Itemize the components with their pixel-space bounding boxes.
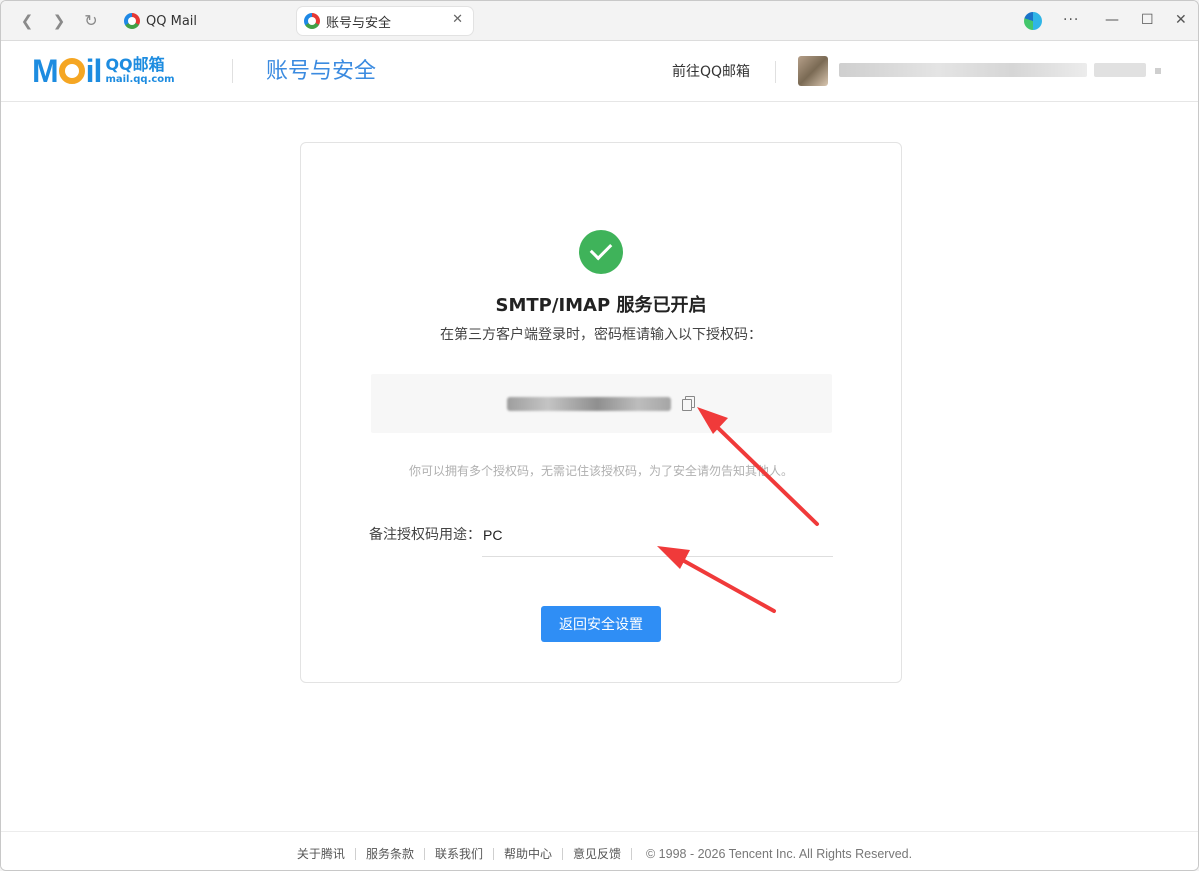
account-name-redacted[interactable]: [839, 63, 1087, 77]
card-title: SMTP/IMAP 服务已开启: [495, 295, 707, 316]
footer-copyright: © 1998 - 2026 Tencent Inc. All Rights Re…: [646, 847, 913, 861]
card-subtitle: 在第三方客户端登录时，密码框请输入以下授权码：: [440, 327, 762, 343]
logo-domain-label: mail.qq.com: [105, 74, 175, 85]
forward-icon[interactable]: ❯: [49, 11, 69, 31]
footer-link-help[interactable]: 帮助中心: [494, 846, 562, 862]
auth-code-box: [371, 374, 832, 433]
header-divider: [232, 59, 233, 83]
qq-mail-logo[interactable]: Mil QQ邮箱 mail.qq.com: [32, 54, 175, 88]
logo-qq-label: QQ邮箱: [105, 55, 165, 74]
tab-account-security[interactable]: 账号与安全 ✕: [297, 7, 473, 35]
footer-link-terms[interactable]: 服务条款: [356, 846, 424, 862]
back-icon[interactable]: ❮: [17, 11, 37, 31]
browser-window: ❮ ❯ ↻ QQ Mail 账号与安全 ✕ ··· — ☐ ✕ Mil QQ邮箱…: [0, 0, 1199, 871]
qq-mail-favicon-icon: [124, 13, 140, 29]
tab-close-icon[interactable]: ✕: [452, 12, 463, 27]
more-options-icon[interactable]: ···: [1063, 10, 1079, 30]
minimize-button[interactable]: —: [1105, 10, 1119, 30]
logo-mail-wordmark: Mil: [32, 53, 102, 89]
logo-ring-icon: [58, 58, 85, 84]
back-to-security-settings-button[interactable]: 返回安全设置: [541, 606, 661, 642]
tab-title: 账号与安全: [326, 15, 392, 31]
logo-text: QQ邮箱 mail.qq.com: [105, 57, 174, 85]
copy-icon[interactable]: [682, 396, 696, 411]
footer-link-feedback[interactable]: 意见反馈: [563, 846, 631, 862]
auth-code-card: SMTP/IMAP 服务已开启 在第三方客户端登录时，密码框请输入以下授权码： …: [300, 142, 902, 683]
account-dropdown-icon[interactable]: [1155, 68, 1161, 74]
tab-qq-mail[interactable]: QQ Mail: [117, 7, 287, 35]
site-header: Mil QQ邮箱 mail.qq.com 账号与安全 前往QQ邮箱: [1, 41, 1198, 102]
refresh-icon[interactable]: ↻: [81, 11, 101, 31]
window-close-button[interactable]: ✕: [1175, 10, 1187, 30]
avatar[interactable]: [798, 56, 828, 86]
tab-title: QQ Mail: [146, 13, 198, 29]
page-title: 账号与安全: [266, 59, 377, 84]
site-footer: 关于腾讯 服务条款 联系我们 帮助中心 意见反馈 © 1998 - 2026 T…: [1, 831, 1198, 870]
account-tag-redacted: [1094, 63, 1146, 77]
maximize-button[interactable]: ☐: [1141, 10, 1154, 30]
footer-links: 关于腾讯 服务条款 联系我们 帮助中心 意见反馈 © 1998 - 2026 T…: [1, 846, 1198, 862]
card-hint: 你可以拥有多个授权码，无需记住该授权码，为了安全请勿告知其他人。: [408, 464, 793, 478]
qq-mail-favicon-icon: [304, 13, 320, 29]
footer-link-about[interactable]: 关于腾讯: [287, 846, 355, 862]
edge-browser-icon[interactable]: [1024, 12, 1042, 30]
note-input[interactable]: [482, 521, 833, 557]
header-divider: [775, 61, 776, 83]
browser-tabbar: ❮ ❯ ↻ QQ Mail 账号与安全 ✕ ··· — ☐ ✕: [1, 1, 1198, 41]
auth-code-redacted[interactable]: [507, 397, 671, 411]
footer-link-contact[interactable]: 联系我们: [425, 846, 493, 862]
goto-qq-mail-link[interactable]: 前往QQ邮箱: [672, 63, 750, 81]
note-label: 备注授权码用途：: [369, 527, 481, 543]
success-check-icon: [579, 230, 623, 274]
